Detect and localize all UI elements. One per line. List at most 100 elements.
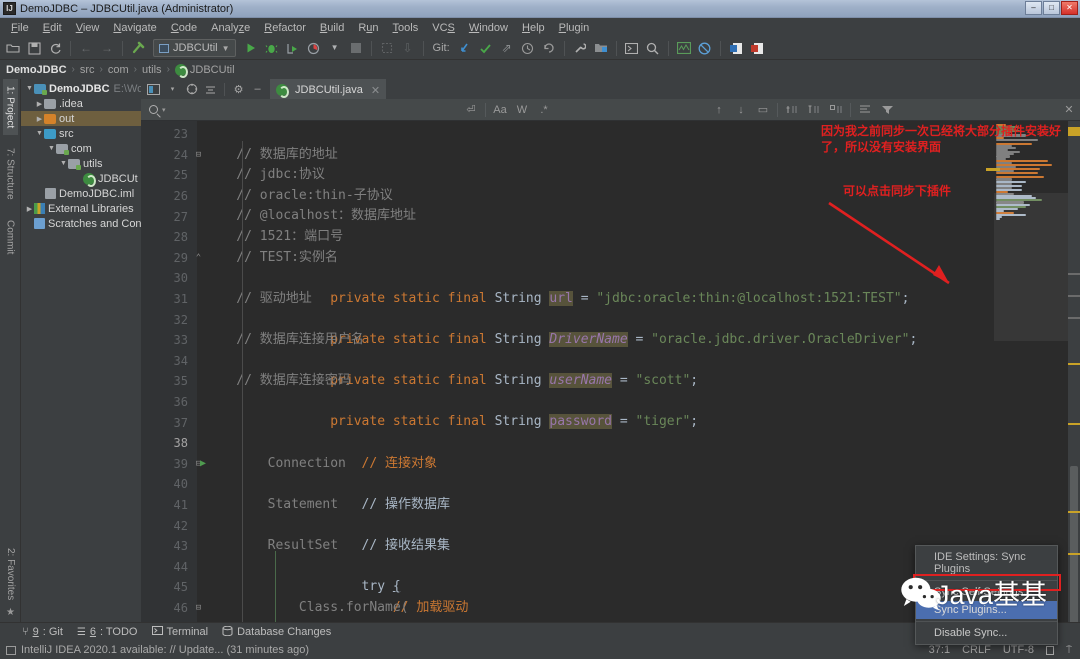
chevron-down-icon[interactable]: ▾: [162, 106, 166, 114]
tree-node-com[interactable]: ▼ com: [21, 141, 141, 156]
select-all-occurrences-button[interactable]: ▭: [752, 100, 774, 120]
chevron-down-icon[interactable]: ▼: [25, 85, 34, 92]
find-next-button[interactable]: ↓: [730, 100, 752, 120]
project-view-icon[interactable]: [145, 81, 162, 98]
caret-position[interactable]: 37:1: [929, 644, 950, 656]
select-in-icon[interactable]: [377, 38, 397, 58]
menu-edit[interactable]: Edit: [36, 21, 69, 35]
git-history-icon[interactable]: [518, 38, 538, 58]
close-icon[interactable]: ✕: [371, 84, 380, 97]
breadcrumb-item-com[interactable]: com: [108, 64, 129, 76]
editor-scrollbar[interactable]: [1068, 121, 1080, 622]
run-button[interactable]: [241, 38, 261, 58]
menu-plugin[interactable]: Plugin: [552, 21, 597, 35]
navigate-forward-icon[interactable]: →: [97, 38, 117, 58]
toolwindow-database-changes[interactable]: Database Changes: [222, 625, 331, 639]
filter-icon[interactable]: [876, 100, 898, 120]
match-case-toggle[interactable]: Aa: [489, 100, 511, 120]
menu-refactor[interactable]: Refactor: [257, 21, 313, 35]
status-message-group[interactable]: IntelliJ IDEA 2020.1 available: // Updat…: [6, 644, 309, 656]
git-push-icon[interactable]: ⇗: [497, 38, 517, 58]
close-find-icon[interactable]: ✕: [1058, 100, 1080, 120]
terminal-icon[interactable]: [622, 38, 642, 58]
blue-doc-icon[interactable]: [726, 38, 746, 58]
menu-view[interactable]: View: [69, 21, 107, 35]
sidebar-tab-favorites[interactable]: 2: Favorites: [3, 541, 18, 607]
run-with-coverage-button[interactable]: [283, 38, 303, 58]
no-entry-icon[interactable]: [695, 38, 715, 58]
git-update-icon[interactable]: [455, 38, 475, 58]
sidebar-tab-structure[interactable]: 7: Structure: [3, 141, 18, 207]
tree-node-external-libraries[interactable]: ▶ External Libraries: [21, 201, 141, 216]
minimize-button[interactable]: –: [1025, 1, 1042, 15]
run-configuration-selector[interactable]: JDBCUtil ▼: [153, 39, 236, 57]
collapse-all-icon[interactable]: [202, 81, 219, 98]
locate-file-icon[interactable]: [183, 81, 200, 98]
debug-button[interactable]: [262, 38, 282, 58]
toolwindow-git[interactable]: ⑂ 9 : Git: [22, 626, 63, 638]
project-structure-icon[interactable]: [591, 38, 611, 58]
file-encoding[interactable]: UTF-8: [1003, 644, 1034, 656]
tree-node-utils[interactable]: ▼ utils: [21, 156, 141, 171]
refresh-icon[interactable]: [45, 38, 65, 58]
close-button[interactable]: ✕: [1061, 1, 1078, 15]
menu-window[interactable]: Window: [462, 21, 515, 35]
git-rollback-icon[interactable]: [539, 38, 559, 58]
breadcrumb-item-class[interactable]: JDBCUtil: [190, 64, 235, 76]
chevron-down-icon[interactable]: ▼: [47, 145, 56, 152]
settings-wrench-icon[interactable]: [570, 38, 590, 58]
editor-tab-jdbcutil[interactable]: JDBCUtil.java ✕: [270, 79, 387, 99]
event-log-icon[interactable]: [6, 645, 16, 655]
red-doc-icon[interactable]: [747, 38, 767, 58]
remove-occurrence-icon[interactable]: [803, 100, 825, 120]
whole-words-toggle[interactable]: W: [511, 100, 533, 120]
find-newline-icon[interactable]: ⏎: [460, 100, 482, 120]
sync-down-icon[interactable]: ⇩: [398, 38, 418, 58]
tree-node-src[interactable]: ▼ src: [21, 126, 141, 141]
profile-button[interactable]: [304, 38, 324, 58]
menu-file[interactable]: File: [4, 21, 36, 35]
maximize-button[interactable]: □: [1043, 1, 1060, 15]
menu-vcs[interactable]: VCS: [425, 21, 462, 35]
tree-node-demojdbc[interactable]: ▼ DemoJDBC E:\Wor: [21, 81, 141, 96]
project-view-chevron-icon[interactable]: ▾: [164, 81, 181, 98]
menu-help[interactable]: Help: [515, 21, 552, 35]
save-icon[interactable]: [24, 38, 44, 58]
find-prev-button[interactable]: ↑: [708, 100, 730, 120]
line-separator[interactable]: CRLF: [962, 644, 991, 656]
select-occurrences-icon[interactable]: [825, 100, 847, 120]
status-message[interactable]: IntelliJ IDEA 2020.1 available: // Updat…: [21, 644, 309, 656]
popup-item-disable-sync[interactable]: Disable Sync...: [916, 624, 1057, 642]
sidebar-tab-project[interactable]: 1: Project: [2, 79, 18, 136]
chevron-down-icon[interactable]: ▼: [35, 130, 44, 137]
open-folder-icon[interactable]: [3, 38, 23, 58]
tree-node-iml[interactable]: DemoJDBC.iml: [21, 186, 141, 201]
toolwindow-todo[interactable]: ☰ 6 : TODO: [77, 626, 138, 638]
inspections-icon[interactable]: ⍑: [1066, 645, 1072, 656]
lock-icon[interactable]: [1046, 645, 1054, 655]
monitor-icon[interactable]: [674, 38, 694, 58]
breadcrumb-item-src[interactable]: src: [80, 64, 95, 76]
menu-code[interactable]: Code: [164, 21, 204, 35]
tree-node-idea[interactable]: ▶ .idea: [21, 96, 141, 111]
build-hammer-icon[interactable]: [128, 38, 148, 58]
toolwindow-terminal[interactable]: Terminal: [151, 626, 208, 638]
chevron-down-icon[interactable]: ▼: [325, 38, 345, 58]
editor-gutter[interactable]: 23 ⊟ 24 25 26 27 28 ⌃ 29 30 31 32 33 34 35…: [141, 121, 206, 622]
breadcrumb-item-project[interactable]: DemoJDBC: [6, 64, 67, 76]
chevron-down-icon[interactable]: ▼: [59, 160, 68, 167]
menu-analyze[interactable]: Analyze: [204, 21, 257, 35]
breadcrumb-item-utils[interactable]: utils: [142, 64, 162, 76]
menu-run[interactable]: Run: [351, 21, 385, 35]
filter-results-icon[interactable]: [854, 100, 876, 120]
chevron-right-icon[interactable]: ▶: [35, 115, 44, 123]
git-commit-icon[interactable]: [476, 38, 496, 58]
menu-build[interactable]: Build: [313, 21, 351, 35]
chevron-right-icon[interactable]: ▶: [25, 205, 34, 213]
settings-gear-icon[interactable]: ⚙: [230, 81, 247, 98]
scrollbar-thumb[interactable]: [1070, 466, 1078, 622]
add-occurrence-icon[interactable]: [781, 100, 803, 120]
window-controls[interactable]: – □ ✕: [1025, 1, 1078, 15]
sidebar-tab-commit[interactable]: Commit: [3, 213, 18, 261]
menu-navigate[interactable]: Navigate: [106, 21, 163, 35]
